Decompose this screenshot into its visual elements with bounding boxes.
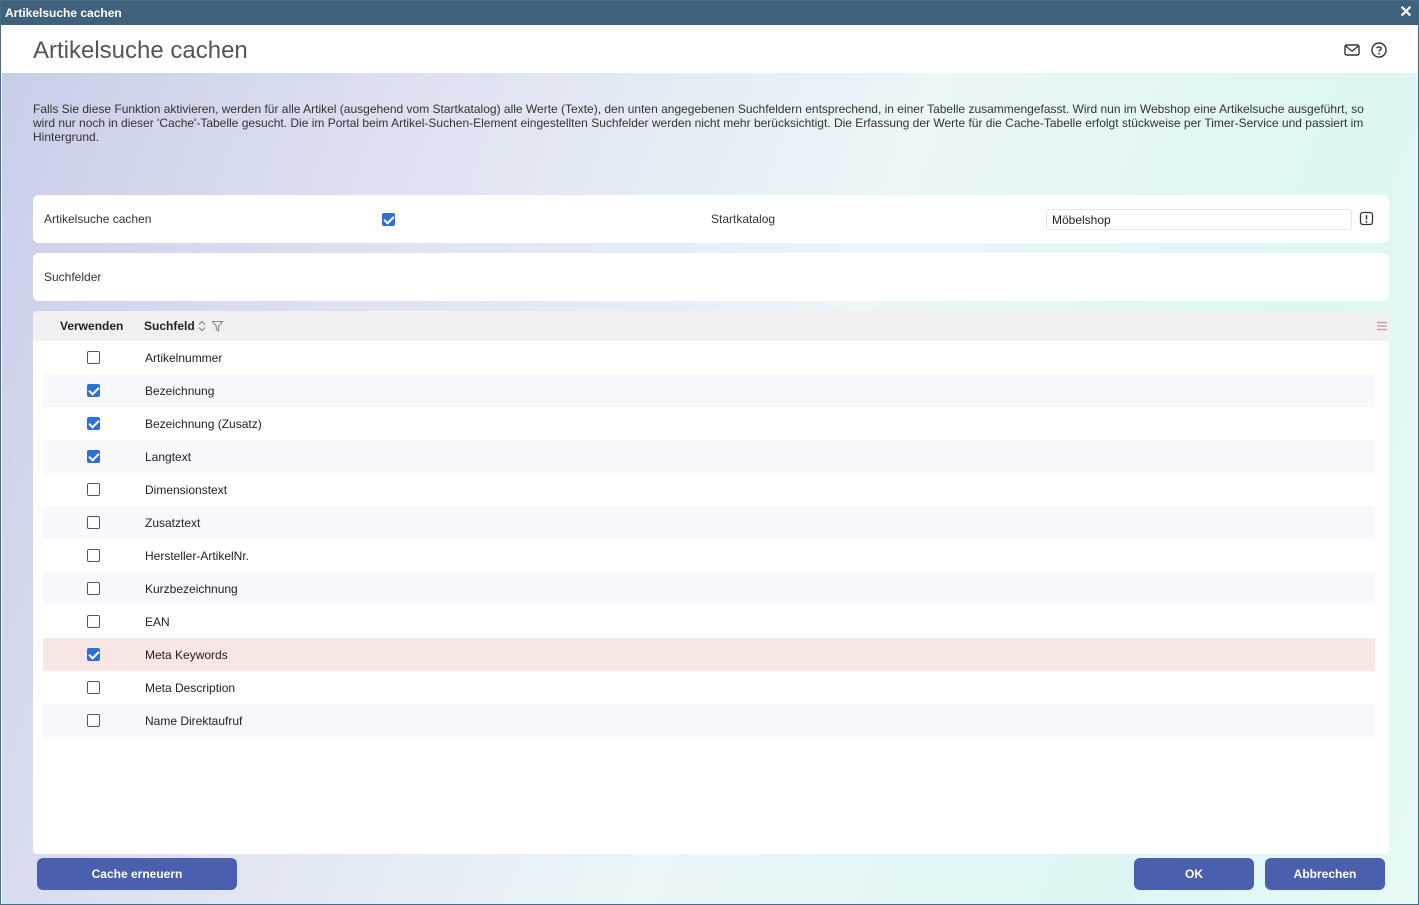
suchfeld-cell: Kurzbezeichnung bbox=[145, 582, 238, 596]
suchfeld-cell: Bezeichnung bbox=[145, 384, 215, 398]
use-checkbox[interactable] bbox=[87, 681, 100, 694]
mail-icon[interactable] bbox=[1343, 41, 1361, 59]
table-row[interactable]: Kurzbezeichnung bbox=[43, 572, 1375, 605]
table-row-selected[interactable]: Meta Keywords bbox=[43, 638, 1375, 671]
ok-button[interactable]: OK bbox=[1134, 858, 1254, 890]
startkatalog-input[interactable] bbox=[1046, 209, 1352, 230]
table-row[interactable]: Name Direktaufruf bbox=[43, 704, 1375, 737]
suchfeld-cell: Langtext bbox=[145, 450, 192, 464]
catalog-picker-icon[interactable] bbox=[1359, 211, 1374, 226]
column-header-suchfeld[interactable]: Suchfeld bbox=[144, 319, 195, 333]
suchfeld-cell: Zusatztext bbox=[145, 516, 201, 530]
suchfeld-cell: Meta Description bbox=[145, 681, 236, 695]
help-icon[interactable] bbox=[1370, 41, 1388, 59]
suchfeld-cell: Artikelnummer bbox=[145, 351, 223, 365]
table-header: Verwenden Suchfeld bbox=[33, 311, 1389, 341]
table-row[interactable]: Langtext bbox=[43, 440, 1375, 473]
use-checkbox[interactable] bbox=[87, 582, 100, 595]
settings-card: Artikelsuche cachen Startkatalog bbox=[33, 195, 1389, 243]
use-checkbox[interactable] bbox=[87, 615, 100, 628]
suchfelder-table: Verwenden Suchfeld Artikelnummer Bezeich… bbox=[33, 311, 1389, 854]
sort-icon[interactable] bbox=[197, 319, 207, 333]
filter-icon[interactable] bbox=[211, 319, 224, 333]
dialog-window: Artikelsuche cachen ✕ Artikelsuche cache… bbox=[0, 0, 1419, 905]
page-title: Artikelsuche cachen bbox=[33, 37, 248, 64]
use-checkbox[interactable] bbox=[87, 351, 100, 364]
suchfeld-cell: Name Direktaufruf bbox=[145, 714, 243, 728]
suchfelder-card: Suchfelder bbox=[33, 253, 1389, 301]
suchfeld-cell: Meta Keywords bbox=[145, 648, 228, 662]
table-row[interactable]: Zusatztext bbox=[43, 506, 1375, 539]
table-row[interactable]: Hersteller-ArtikelNr. bbox=[43, 539, 1375, 572]
table-row[interactable]: Artikelnummer bbox=[43, 341, 1375, 374]
use-checkbox[interactable] bbox=[87, 417, 100, 430]
table-row[interactable]: Dimensionstext bbox=[43, 473, 1375, 506]
close-icon[interactable]: ✕ bbox=[1398, 1, 1414, 25]
window-title: Artikelsuche cachen bbox=[5, 6, 122, 20]
startkatalog-label: Startkatalog bbox=[711, 212, 776, 226]
use-checkbox[interactable] bbox=[87, 549, 100, 562]
suchfeld-cell: Dimensionstext bbox=[145, 483, 228, 497]
suchfeld-cell: Bezeichnung (Zusatz) bbox=[145, 417, 262, 431]
column-header-verwenden[interactable]: Verwenden bbox=[60, 319, 123, 333]
use-checkbox[interactable] bbox=[87, 450, 100, 463]
use-checkbox[interactable] bbox=[87, 516, 100, 529]
cache-label: Artikelsuche cachen bbox=[44, 212, 152, 226]
table-row[interactable]: Meta Description bbox=[43, 671, 1375, 704]
table-row[interactable]: EAN bbox=[43, 605, 1375, 638]
suchfeld-cell: EAN bbox=[145, 615, 170, 629]
cache-enabled-checkbox[interactable] bbox=[382, 213, 395, 226]
use-checkbox[interactable] bbox=[87, 483, 100, 496]
dialog-content: Artikelsuche cachen Falls Sie diese Funk… bbox=[2, 25, 1417, 904]
suchfeld-cell: Hersteller-ArtikelNr. bbox=[145, 549, 250, 563]
use-checkbox[interactable] bbox=[87, 714, 100, 727]
titlebar: Artikelsuche cachen ✕ bbox=[1, 1, 1418, 25]
cancel-button[interactable]: Abbrechen bbox=[1265, 858, 1385, 890]
header: Artikelsuche cachen bbox=[2, 25, 1417, 73]
use-checkbox[interactable] bbox=[87, 648, 100, 661]
use-checkbox[interactable] bbox=[87, 384, 100, 397]
table-row[interactable]: Bezeichnung (Zusatz) bbox=[43, 407, 1375, 440]
suchfelder-label: Suchfelder bbox=[44, 270, 102, 284]
table-row[interactable]: Bezeichnung bbox=[43, 374, 1375, 407]
cache-refresh-button[interactable]: Cache erneuern bbox=[37, 858, 237, 890]
description-text: Falls Sie diese Funktion aktivieren, wer… bbox=[33, 102, 1364, 144]
column-menu-icon[interactable] bbox=[1376, 321, 1388, 331]
